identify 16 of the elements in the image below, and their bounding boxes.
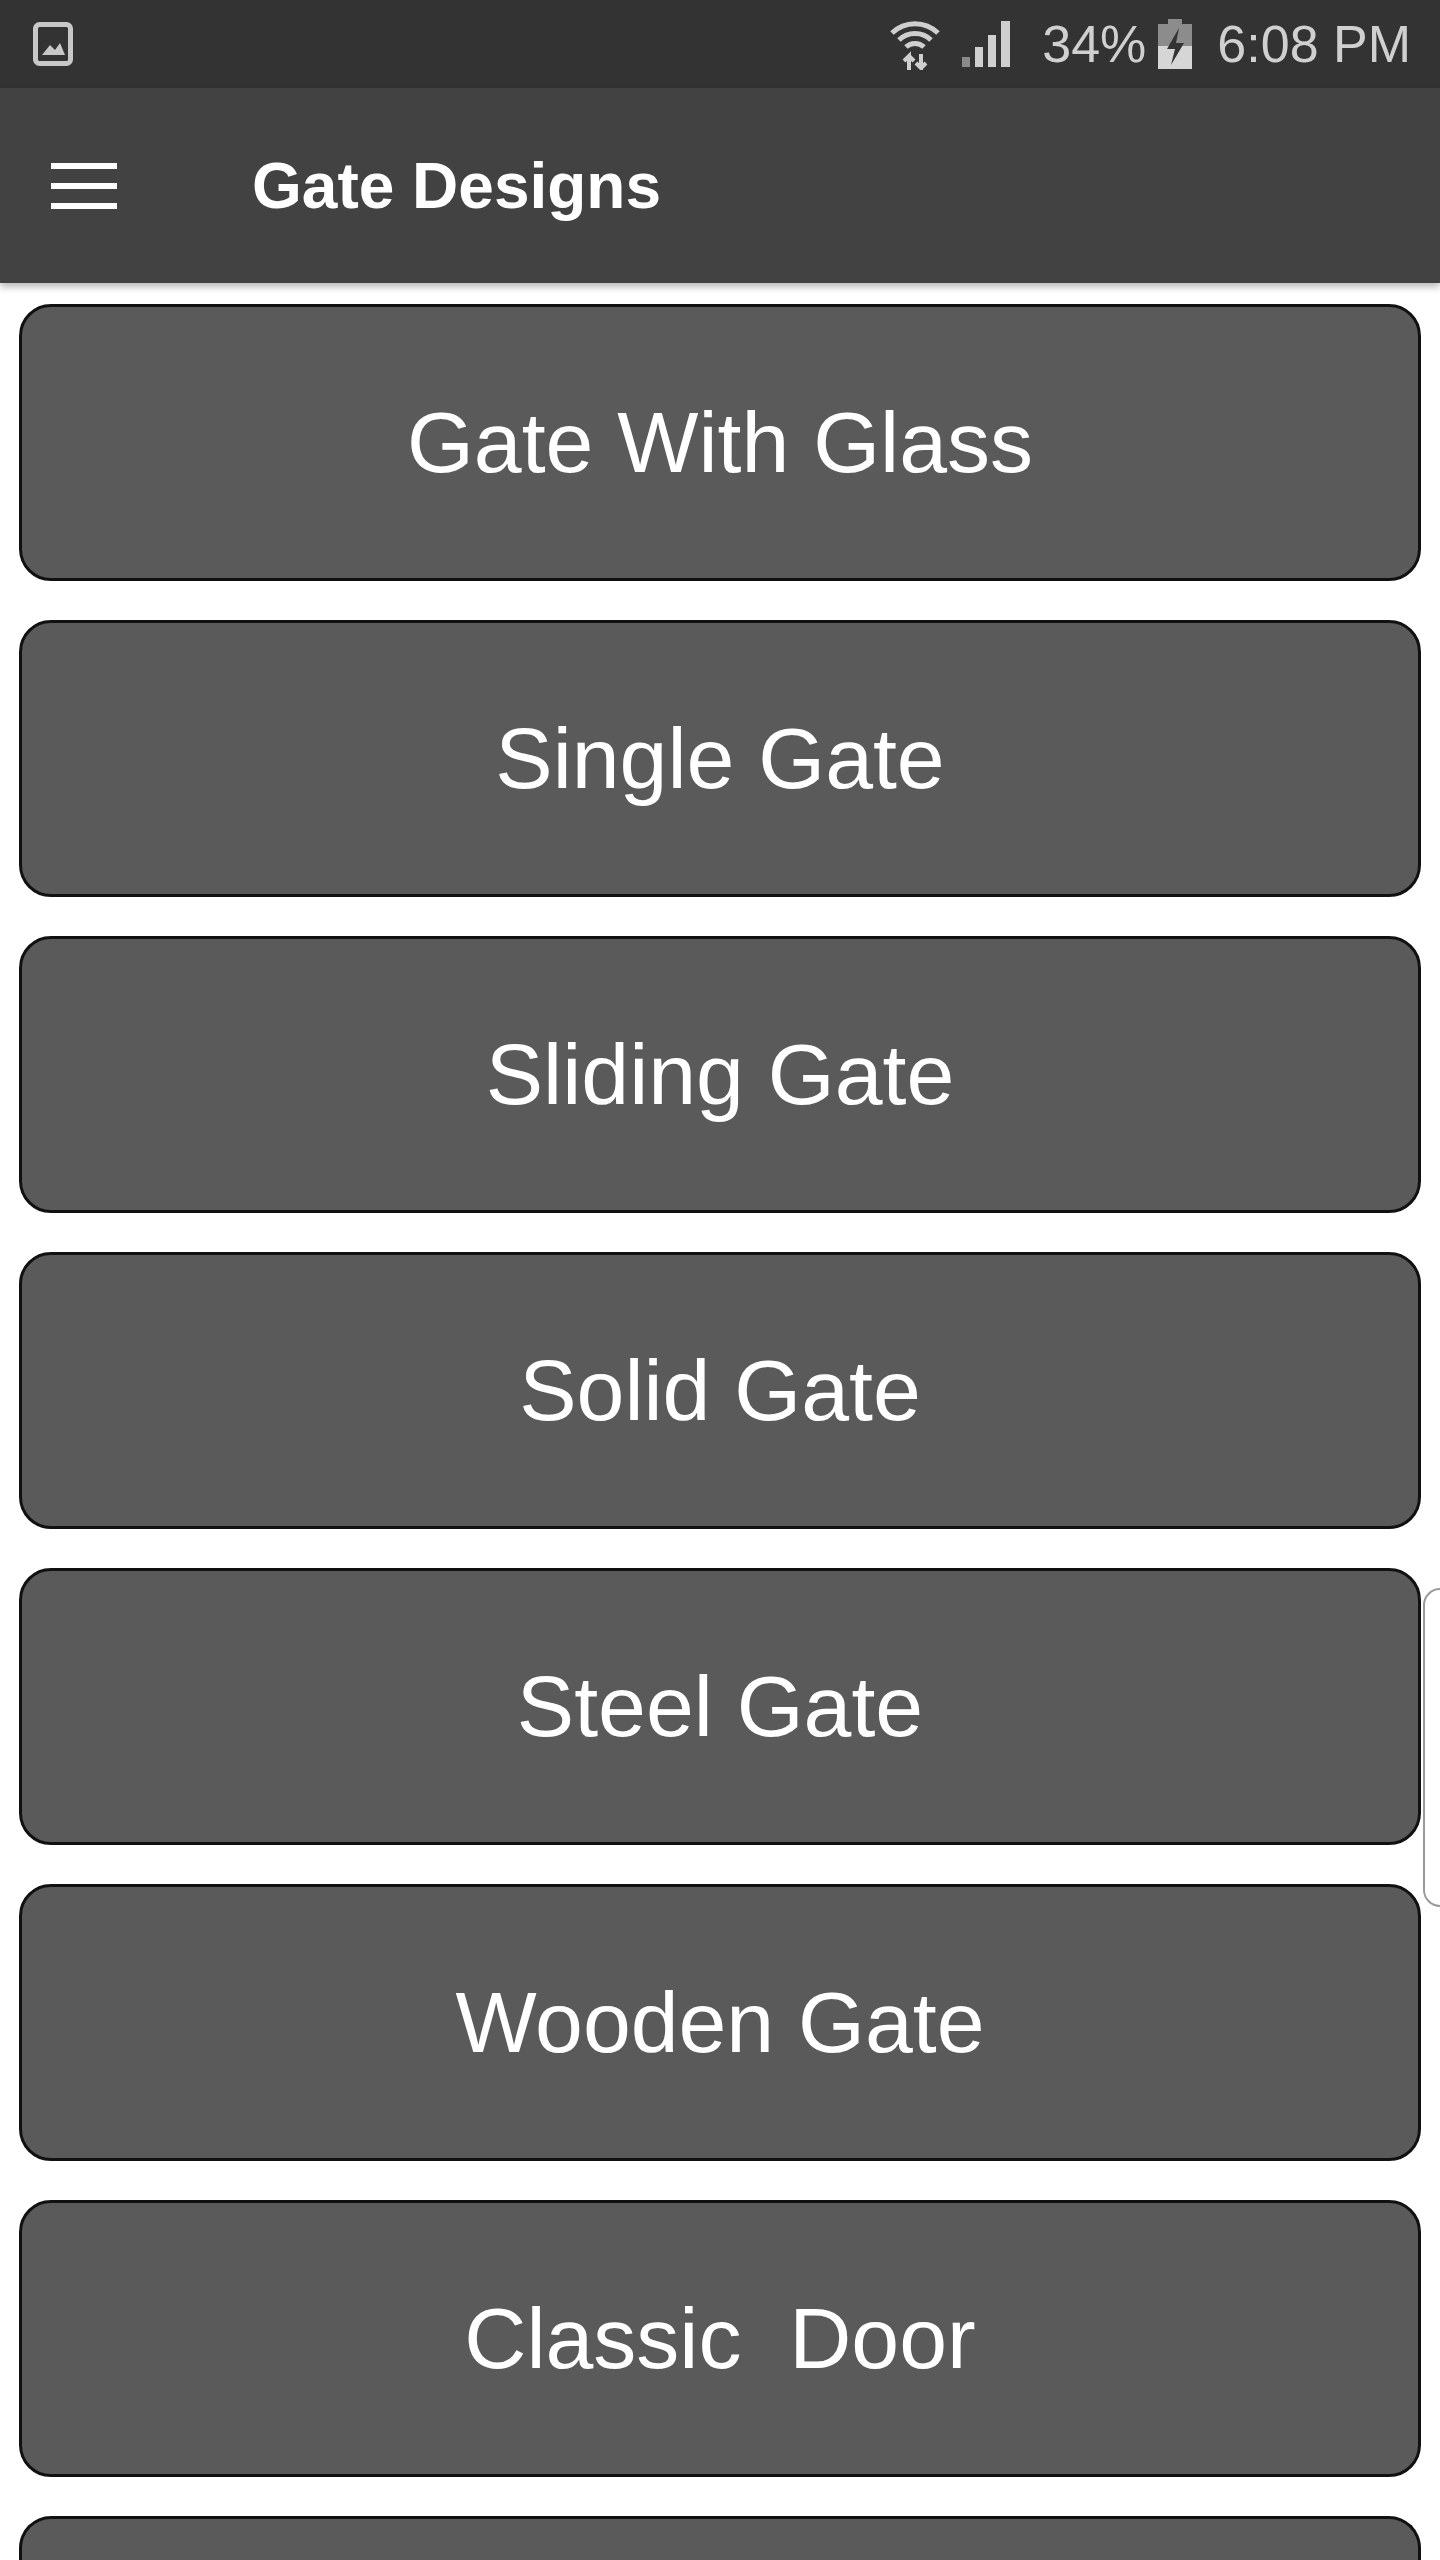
clock-time: 6:08 PM — [1217, 18, 1411, 70]
image-icon — [33, 22, 73, 66]
battery-percentage: 34% — [1042, 18, 1147, 70]
gate-button[interactable]: Steel Gate — [19, 1568, 1421, 1845]
gate-button[interactable]: Single Gate — [19, 620, 1421, 897]
gate-button[interactable]: Wooden Gate — [19, 1884, 1421, 2161]
gate-button[interactable]: Solid Gate — [19, 1252, 1421, 1529]
menu-icon[interactable] — [51, 162, 117, 209]
edge-panel-handle[interactable] — [1423, 1588, 1440, 1907]
battery-charging-icon — [1158, 19, 1193, 69]
wifi-icon — [889, 18, 942, 70]
gate-button[interactable] — [19, 2516, 1421, 2560]
signal-icon — [962, 21, 1011, 67]
gate-button[interactable]: Gate With Glass — [19, 304, 1421, 581]
gate-button[interactable]: Classic Door — [19, 2200, 1421, 2477]
gate-button[interactable]: Sliding Gate — [19, 936, 1421, 1213]
